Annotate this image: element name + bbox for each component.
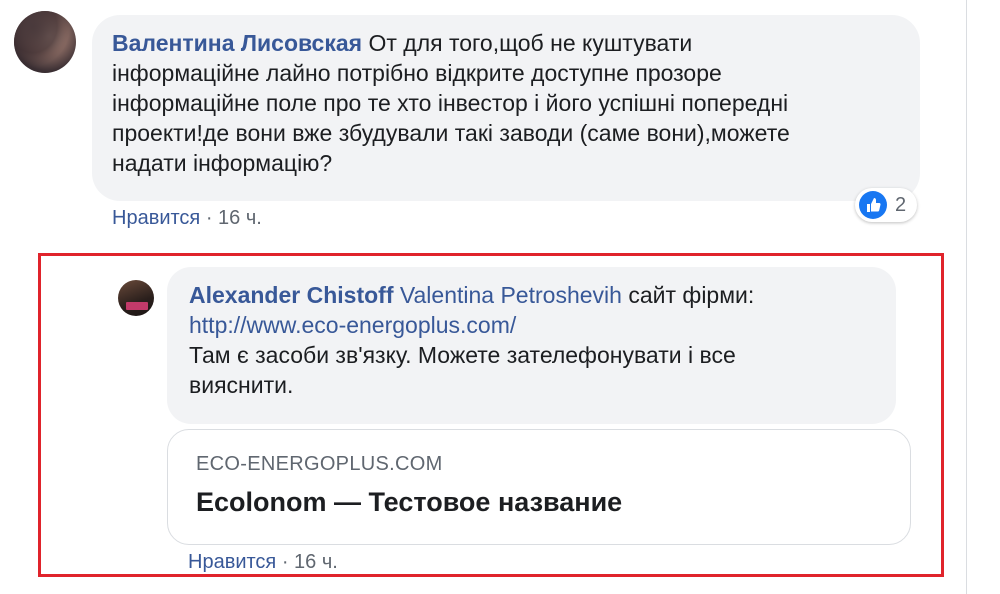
comment-author-link[interactable]: Валентина Лисовская: [112, 30, 362, 56]
reply-bubble: Alexander Chistoff Valentina Petroshevih…: [167, 267, 896, 424]
preview-title: Ecolonom — Тестовое название: [196, 487, 623, 517]
reply-line: Alexander Chistoff Valentina Petroshevih…: [189, 280, 874, 310]
website-link[interactable]: http://www.eco-energoplus.com/: [189, 312, 516, 338]
separator: ·: [276, 551, 295, 573]
reply-text: Там є засоби зв'язку. Можете зателефонув…: [189, 342, 736, 368]
reaction-count: 2: [895, 193, 907, 216]
avatar[interactable]: [14, 11, 76, 73]
comment-text: інформаційне поле про те хто інвестор і …: [112, 90, 789, 116]
comment-bubble: Валентина Лисовская От для того,щоб не к…: [92, 15, 920, 201]
timestamp[interactable]: 16 ч.: [218, 207, 262, 229]
reply-text: сайт фірми:: [621, 282, 755, 308]
thumbs-up-icon: [859, 191, 887, 219]
separator: ·: [200, 207, 219, 229]
comment-text: надати інформацію?: [112, 150, 333, 176]
comment-actions: Нравится · 16 ч.: [112, 207, 262, 230]
reply-actions: Нравится · 16 ч.: [188, 551, 338, 574]
avatar-photo: [14, 11, 76, 73]
preview-domain: ECO-ENERGOPLUS.COM: [196, 453, 443, 475]
reply-text: вияснити.: [189, 372, 294, 398]
timestamp[interactable]: 16 ч.: [294, 551, 338, 573]
like-button[interactable]: Нравится: [188, 551, 276, 573]
mention-link[interactable]: Valentina Petroshevih: [400, 282, 622, 308]
comment-line: Валентина Лисовская От для того,щоб не к…: [112, 28, 900, 58]
like-button[interactable]: Нравится: [112, 207, 200, 229]
right-divider: [966, 0, 967, 594]
reply-author-link[interactable]: Alexander Chistoff: [189, 282, 393, 308]
comment-text: проекти!де вони вже збудували такі завод…: [112, 120, 790, 146]
reply-avatar[interactable]: [118, 280, 154, 316]
reaction-summary[interactable]: 2: [855, 188, 917, 222]
link-preview-card[interactable]: ECO-ENERGOPLUS.COM Ecolonom — Тестовое н…: [167, 429, 911, 545]
avatar-photo: [126, 302, 148, 310]
comment-text: От для того,щоб не куштувати: [362, 30, 693, 56]
comment-text: інформаційне лайно потрібно відкрите дос…: [112, 60, 722, 86]
